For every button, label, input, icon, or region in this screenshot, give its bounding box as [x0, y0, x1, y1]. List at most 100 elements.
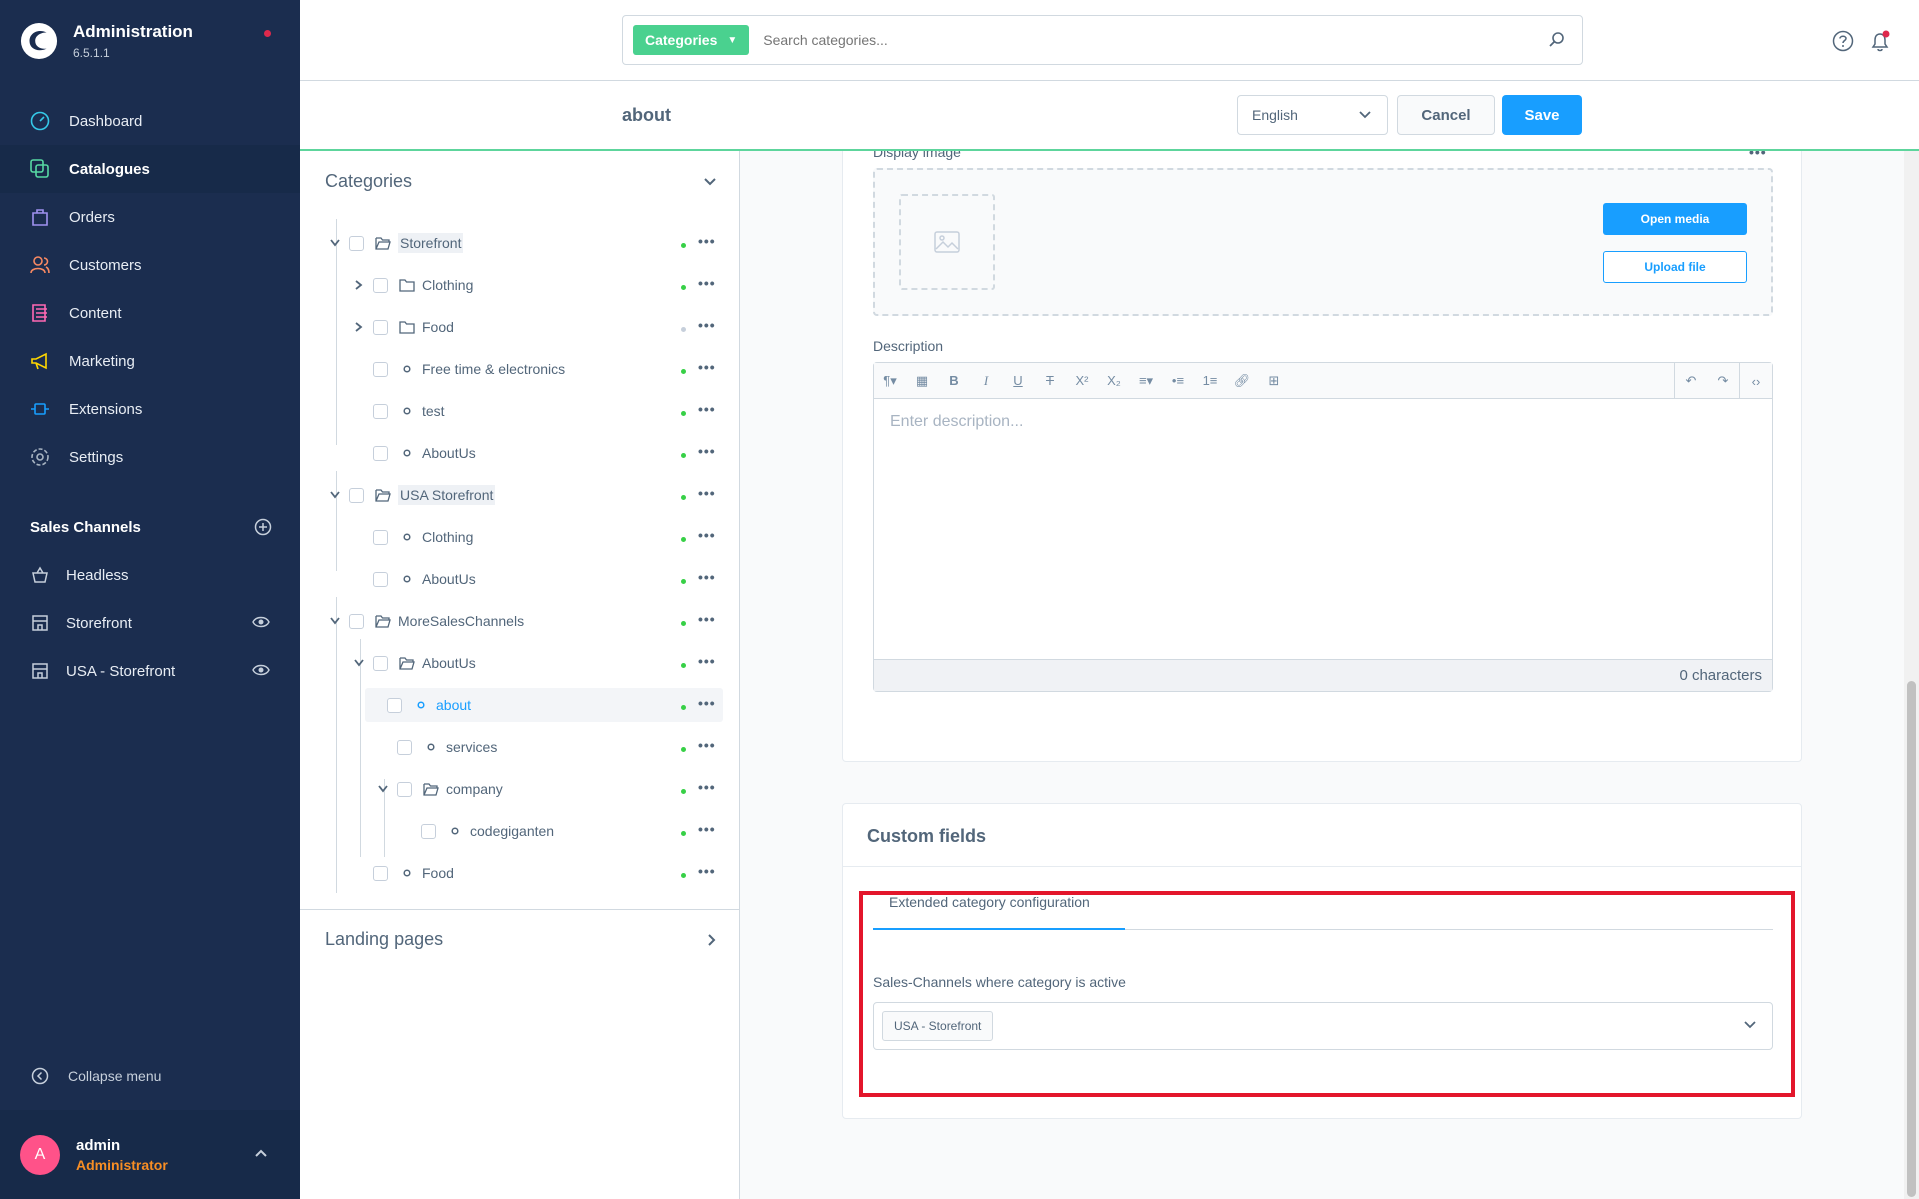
media-context-menu-icon[interactable]: •••	[1749, 151, 1767, 160]
nav-item-marketing[interactable]: Marketing	[0, 337, 300, 385]
nav-item-customers[interactable]: Customers	[0, 241, 300, 289]
italic-icon[interactable]: I	[970, 363, 1002, 399]
table-icon[interactable]: ⊞	[1258, 363, 1290, 399]
chevron-up-icon[interactable]	[254, 1148, 268, 1158]
chevron-down-icon[interactable]	[375, 785, 391, 793]
tree-item-checkbox[interactable]	[373, 865, 388, 881]
tree-item-checkbox[interactable]	[373, 319, 388, 335]
tab-extended-category-configuration[interactable]: Extended category configuration	[873, 894, 1125, 930]
tree-item-checkbox[interactable]	[373, 571, 388, 587]
eye-icon[interactable]	[252, 615, 270, 629]
chevron-down-icon[interactable]	[1744, 1021, 1756, 1029]
cancel-button[interactable]: Cancel	[1397, 95, 1495, 135]
context-menu-icon[interactable]: •••	[698, 359, 716, 375]
tree-item[interactable]: Clothing	[351, 268, 727, 302]
nav-item-catalogues[interactable]: Catalogues	[0, 145, 300, 193]
scrollbar-thumb[interactable]	[1907, 681, 1916, 1197]
tree-item-checkbox[interactable]	[373, 655, 388, 671]
context-menu-icon[interactable]: •••	[698, 863, 716, 879]
bold-icon[interactable]: B	[938, 363, 970, 399]
content-scrollbar[interactable]	[1904, 151, 1919, 1199]
context-menu-icon[interactable]: •••	[698, 485, 716, 501]
chevron-down-icon[interactable]	[327, 491, 343, 499]
brand[interactable]: Administration 6.5.1.1	[20, 22, 193, 60]
chevron-down-icon[interactable]	[351, 659, 367, 667]
tree-item-checkbox[interactable]	[373, 529, 388, 545]
tree-item[interactable]: services	[375, 730, 727, 764]
tree-item-checkbox[interactable]	[397, 781, 412, 797]
context-menu-icon[interactable]: •••	[698, 527, 716, 543]
user-profile[interactable]: A admin Administrator	[0, 1110, 300, 1199]
bullet-list-icon[interactable]: •≡	[1162, 363, 1194, 399]
text-color-icon[interactable]: ▦	[906, 363, 938, 399]
undo-icon[interactable]: ↶	[1675, 363, 1707, 399]
chevron-right-icon[interactable]	[351, 280, 367, 290]
chevron-right-icon[interactable]	[707, 933, 717, 947]
selected-sales-channel-chip[interactable]: USA - Storefront	[882, 1011, 994, 1041]
context-menu-icon[interactable]: •••	[698, 737, 716, 753]
tree-item[interactable]: Free time & electronics	[351, 352, 727, 386]
tree-item[interactable]: AboutUs	[351, 436, 727, 470]
sales-channels-multiselect[interactable]: USA - Storefront	[873, 1002, 1773, 1050]
numbered-list-icon[interactable]: 1≡	[1194, 363, 1226, 399]
media-upload-area[interactable]: Open media Upload file	[873, 168, 1773, 316]
landing-pages-header[interactable]: Landing pages	[325, 929, 717, 950]
open-media-button[interactable]: Open media	[1603, 203, 1747, 235]
global-search[interactable]: Categories ▼	[622, 15, 1583, 65]
nav-item-dashboard[interactable]: Dashboard	[0, 97, 300, 145]
sales-channel-usa-storefront[interactable]: USA - Storefront	[0, 647, 300, 695]
paragraph-format-icon[interactable]: ¶▾	[874, 363, 906, 399]
help-icon[interactable]	[1832, 30, 1854, 52]
chevron-down-icon[interactable]	[327, 239, 343, 247]
categories-header[interactable]: Categories	[325, 171, 717, 192]
add-sales-channel-icon[interactable]	[254, 518, 272, 536]
nav-item-settings[interactable]: Settings	[0, 433, 300, 481]
context-menu-icon[interactable]: •••	[698, 653, 716, 669]
chevron-down-icon[interactable]	[327, 617, 343, 625]
tree-item[interactable]: Food	[351, 856, 727, 890]
tree-item-selected[interactable]: about	[365, 688, 723, 722]
tree-item-checkbox[interactable]	[387, 697, 402, 713]
context-menu-icon[interactable]: •••	[698, 611, 716, 627]
save-button[interactable]: Save	[1502, 95, 1582, 135]
redo-icon[interactable]: ↷	[1707, 363, 1739, 399]
superscript-icon[interactable]: X²	[1066, 363, 1098, 399]
tree-item-checkbox[interactable]	[349, 235, 364, 251]
code-view-icon[interactable]: ‹›	[1740, 363, 1772, 399]
context-menu-icon[interactable]: •••	[698, 233, 716, 249]
bell-icon[interactable]	[1868, 30, 1892, 54]
sales-channel-storefront[interactable]: Storefront	[0, 599, 300, 647]
tree-item[interactable]: Storefront	[327, 226, 727, 260]
search-type-tag[interactable]: Categories ▼	[633, 25, 750, 55]
strikethrough-icon[interactable]: T	[1034, 363, 1066, 399]
chevron-right-icon[interactable]	[351, 322, 367, 332]
tree-item[interactable]: Food	[351, 310, 727, 344]
nav-item-content[interactable]: Content	[0, 289, 300, 337]
subscript-icon[interactable]: X₂	[1098, 363, 1130, 399]
tree-item-checkbox[interactable]	[373, 403, 388, 419]
tree-item-checkbox[interactable]	[349, 487, 364, 503]
tree-item[interactable]: AboutUs	[351, 646, 727, 680]
tree-item[interactable]: company	[375, 772, 727, 806]
nav-item-extensions[interactable]: Extensions	[0, 385, 300, 433]
tree-item-checkbox[interactable]	[397, 739, 412, 755]
tree-item[interactable]: Clothing	[351, 520, 727, 554]
context-menu-icon[interactable]: •••	[698, 821, 716, 837]
tree-item-checkbox[interactable]	[373, 277, 388, 293]
tree-item[interactable]: MoreSalesChannels	[327, 604, 727, 638]
context-menu-icon[interactable]: •••	[698, 317, 716, 333]
search-icon[interactable]	[1548, 31, 1566, 49]
eye-icon[interactable]	[252, 663, 270, 677]
chevron-down-icon[interactable]	[703, 177, 717, 187]
tree-item-checkbox[interactable]	[421, 823, 436, 839]
context-menu-icon[interactable]: •••	[698, 695, 716, 711]
tree-item-checkbox[interactable]	[373, 361, 388, 377]
tree-item[interactable]: codegiganten	[399, 814, 727, 848]
upload-file-button[interactable]: Upload file	[1603, 251, 1747, 283]
nav-item-orders[interactable]: Orders	[0, 193, 300, 241]
tree-item[interactable]: AboutUs	[351, 562, 727, 596]
tree-item-checkbox[interactable]	[373, 445, 388, 461]
context-menu-icon[interactable]: •••	[698, 401, 716, 417]
context-menu-icon[interactable]: •••	[698, 779, 716, 795]
tree-item-checkbox[interactable]	[349, 613, 364, 629]
